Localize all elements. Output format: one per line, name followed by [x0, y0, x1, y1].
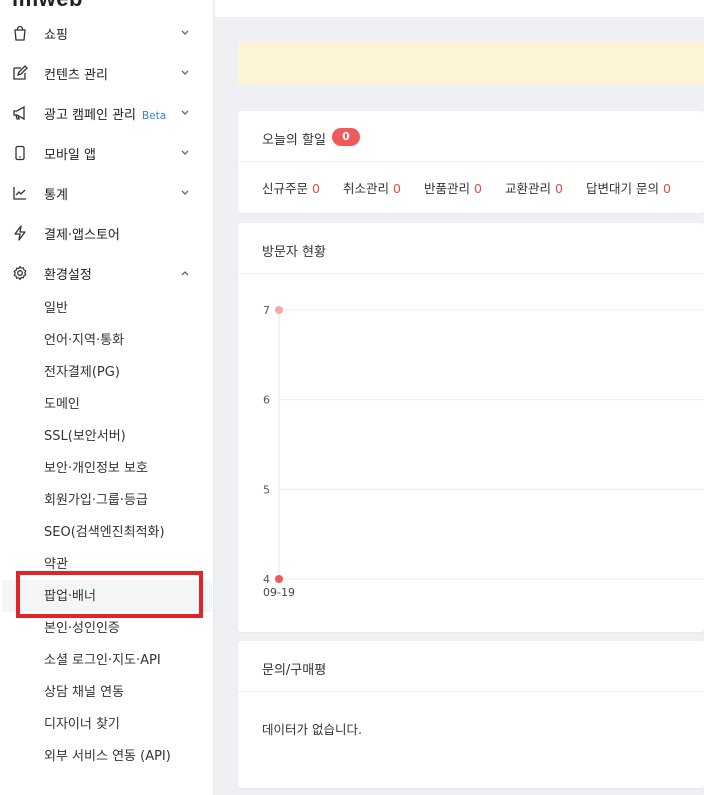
- sidebar: imweb 쇼핑 컨텐츠 관리 광고 캠페인 관리Beta 모바일 앱 통계 결…: [0, 0, 214, 795]
- menu-statistics[interactable]: 통계: [0, 173, 213, 213]
- today-title: 오늘의 할일: [262, 133, 326, 148]
- sub-seo[interactable]: SEO(검색엔진최적화): [44, 523, 165, 543]
- stat-exchange[interactable]: 교환관리 0: [505, 178, 563, 197]
- chart-trend-icon: [13, 187, 26, 200]
- data-point[interactable]: [275, 575, 283, 583]
- beta-badge: Beta: [142, 109, 167, 122]
- sub-find-designer[interactable]: 디자이너 찾기: [44, 715, 120, 735]
- stat-return[interactable]: 반품관리 0: [424, 178, 482, 197]
- today-count-badge: 0: [332, 128, 360, 146]
- gear-icon: [13, 265, 27, 281]
- inquiry-title: 문의/구매평: [262, 663, 327, 678]
- menu-ad-campaign[interactable]: 광고 캠페인 관리 Beta: [0, 93, 213, 133]
- menu-label: 통계: [44, 187, 68, 203]
- y-tick-label: 6: [263, 394, 270, 407]
- chevron-down-icon: [181, 70, 189, 75]
- menu-label: 쇼핑: [44, 27, 68, 43]
- mobile-icon: [15, 145, 25, 161]
- empty-message: 데이터가 없습니다.: [262, 722, 362, 737]
- menu-shopping[interactable]: 쇼핑: [0, 13, 213, 53]
- sub-membership[interactable]: 회원가입·그룹·등급: [44, 491, 148, 511]
- menu-label: 컨텐츠 관리: [44, 67, 108, 83]
- sub-terms[interactable]: 약관: [44, 555, 68, 575]
- sub-security-privacy[interactable]: 보안·개인정보 보호: [44, 459, 148, 479]
- menu-content[interactable]: 컨텐츠 관리: [0, 53, 213, 93]
- stat-pending-inquiry[interactable]: 답변대기 문의 0: [586, 178, 671, 197]
- sub-chat-channel[interactable]: 상담 채널 연동: [44, 683, 124, 703]
- today-card: [238, 111, 704, 213]
- sub-language-region-currency[interactable]: 언어·지역·통화: [44, 331, 124, 351]
- menu-settings[interactable]: 환경설정: [0, 253, 213, 293]
- sub-social-login-map-api[interactable]: 소셜 로그인·지도·API: [44, 651, 161, 671]
- x-tick-label: 09-19: [263, 586, 295, 599]
- menu-label: 환경설정: [44, 267, 92, 283]
- menu-label: 광고 캠페인 관리 Beta: [44, 107, 167, 123]
- chevron-down-icon: [181, 30, 189, 35]
- menu-payment-appstore[interactable]: 결제·앱스토어: [0, 213, 213, 253]
- chevron-down-icon: [181, 190, 189, 195]
- edit-icon: [13, 65, 28, 80]
- sub-external-service-api[interactable]: 외부 서비스 연동 (API): [44, 747, 171, 767]
- app-logo[interactable]: imweb: [12, 0, 83, 12]
- sub-ssl[interactable]: SSL(보안서버): [44, 427, 126, 447]
- visitor-chart: 7 6 5 409-19: [263, 304, 704, 599]
- data-point[interactable]: [275, 306, 283, 314]
- sub-pg[interactable]: 전자결제(PG): [44, 363, 120, 383]
- sub-domain[interactable]: 도메인: [44, 395, 80, 415]
- notice-banner: [238, 41, 704, 86]
- menu-mobile-app[interactable]: 모바일 앱: [0, 133, 213, 173]
- menu-label: 모바일 앱: [44, 147, 96, 163]
- y-tick-label: 7: [263, 304, 270, 317]
- menu-label: 결제·앱스토어: [44, 227, 120, 243]
- stat-cancel[interactable]: 취소관리 0: [343, 178, 401, 197]
- y-tick-label: 5: [263, 483, 270, 496]
- active-sub-background: [2, 580, 212, 612]
- chevron-down-icon: [181, 150, 189, 155]
- sub-general[interactable]: 일반: [44, 299, 68, 319]
- shopping-bag-icon: [14, 25, 26, 41]
- top-bar: [215, 0, 704, 17]
- sub-popup-banner[interactable]: 팝업·배너: [44, 587, 96, 607]
- chevron-up-icon: [181, 271, 189, 276]
- chevron-down-icon: [181, 110, 189, 115]
- visitors-title: 방문자 현황: [262, 245, 326, 260]
- stat-new-orders[interactable]: 신규주문 0: [262, 178, 320, 197]
- sub-identity-verification[interactable]: 본인·성인인증: [44, 619, 120, 639]
- megaphone-icon: [13, 105, 25, 121]
- lightning-icon: [14, 225, 26, 241]
- y-tick-label: 4: [263, 573, 270, 586]
